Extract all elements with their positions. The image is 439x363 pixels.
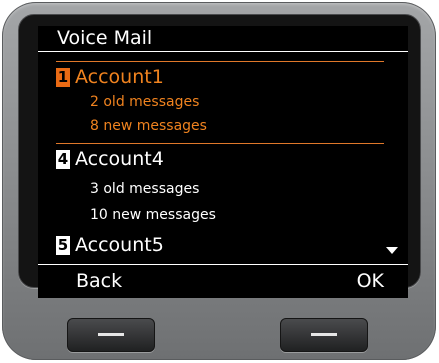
screen-title: Voice Mail [38, 26, 408, 52]
account-number-badge: 1 [56, 67, 70, 87]
scroll-down-arrow-icon [386, 247, 398, 254]
account-old-messages: 3 old messages [90, 181, 200, 197]
softkey-back[interactable]: Back [76, 270, 122, 292]
account-item-5[interactable]: 5 Account5 [56, 232, 164, 258]
right-softkey-button[interactable] [280, 318, 368, 352]
account-name: Account5 [75, 234, 164, 256]
account-name: Account1 [75, 66, 164, 88]
selection-top-divider [56, 61, 384, 62]
selection-bottom-divider [56, 143, 384, 144]
button-dash-icon [98, 333, 124, 336]
left-softkey-button[interactable] [67, 318, 155, 352]
softkey-ok[interactable]: OK [357, 270, 384, 292]
account-new-messages: 8 new messages [90, 118, 207, 134]
account-name: Account4 [75, 148, 164, 170]
softkey-bar: Back OK [38, 264, 408, 298]
account-item-4[interactable]: 4 Account4 [56, 146, 164, 172]
account-old-messages: 2 old messages [90, 94, 200, 110]
account-item-1[interactable]: 1 Account1 [56, 64, 164, 90]
display-screen: Voice Mail 1 Account1 2 old messages 8 n… [38, 26, 408, 298]
button-dash-icon [311, 333, 337, 336]
account-number-badge: 5 [56, 235, 70, 255]
account-new-messages: 10 new messages [90, 207, 216, 223]
account-number-badge: 4 [56, 149, 70, 169]
